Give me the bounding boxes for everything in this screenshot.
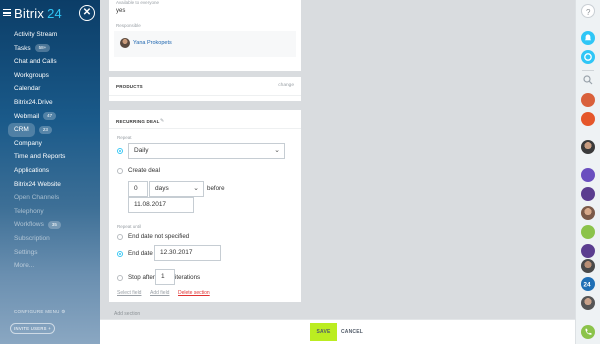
phone-icon[interactable]: [581, 325, 595, 339]
count-badge: 47: [43, 112, 57, 121]
count-badge: 35: [47, 221, 61, 230]
end-date-label: End date: [128, 250, 153, 257]
sidebar-item-telephony[interactable]: Telephony: [0, 205, 100, 219]
repeat-until-label: Repeat until: [117, 224, 142, 229]
count-badge: 23: [38, 125, 52, 134]
sidebar-item-workflows[interactable]: Workflows 35: [0, 218, 100, 232]
add-section-link[interactable]: Add section: [114, 311, 140, 317]
sidebar-item-settings[interactable]: Settings: [0, 246, 100, 260]
responsible-label: Responsible: [116, 23, 141, 28]
repeat-label: Repeat: [117, 135, 132, 140]
bitrix24-icon[interactable]: 24: [581, 277, 595, 291]
edit-pencil-icon[interactable]: ✎: [160, 118, 164, 124]
contact-avatar[interactable]: [581, 206, 595, 220]
chevron-down-icon: ⌄: [193, 185, 199, 192]
stop-after-label: Stop after: [128, 274, 155, 281]
contact-avatar[interactable]: [581, 225, 595, 239]
responsible-name-link[interactable]: Yana Prokopets: [133, 40, 172, 46]
main-area: Available to everyone yes Responsible Ya…: [100, 0, 575, 344]
divider: [109, 128, 301, 129]
svg-text:24: 24: [583, 282, 591, 289]
messenger-icon[interactable]: [581, 50, 595, 64]
close-icon[interactable]: ✕: [79, 5, 95, 21]
sidebar-item-workgroups[interactable]: Workgroups: [0, 69, 100, 83]
sidebar-item-webmail[interactable]: Webmail 47: [0, 110, 100, 124]
change-link[interactable]: change: [278, 83, 294, 88]
iterations-label: iterations: [175, 274, 201, 281]
sidebar-item-tasks[interactable]: Tasks 58+: [0, 42, 100, 56]
sidebar-item-applications[interactable]: Applications: [0, 164, 100, 178]
contact-avatar[interactable]: [581, 112, 595, 126]
chevron-down-icon: ⌄: [274, 147, 280, 154]
sidebar-item-drive[interactable]: Bitrix24.Drive: [0, 96, 100, 110]
avatar[interactable]: [120, 38, 130, 48]
sidebar-item-chat[interactable]: Chat and Calls: [0, 55, 100, 69]
repeat-select[interactable]: Daily ⌄: [128, 143, 285, 159]
search-icon[interactable]: [581, 73, 595, 87]
sidebar-item-time-reports[interactable]: Time and Reports: [0, 150, 100, 164]
save-button[interactable]: SAVE: [310, 323, 337, 341]
menu-icon[interactable]: [3, 9, 11, 16]
offset-unit-select[interactable]: days ⌄: [149, 181, 204, 197]
stop-after-input[interactable]: 1: [155, 269, 175, 285]
repeat-radio[interactable]: [117, 148, 123, 154]
divider: [109, 95, 301, 96]
sidebar-item-open-channels[interactable]: Open Channels: [0, 191, 100, 205]
sidebar-item-company[interactable]: Company: [0, 137, 100, 151]
sidebar-item-crm[interactable]: CRM 23: [0, 123, 100, 137]
configure-menu-link[interactable]: CONFIGURE MENU ⚙: [14, 309, 66, 315]
before-label: before: [207, 185, 225, 192]
available-label: Available to everyone: [116, 0, 159, 5]
sidebar-item-more[interactable]: More...: [0, 259, 100, 273]
available-value: yes: [116, 8, 126, 14]
sidebar-item-calendar[interactable]: Calendar: [0, 82, 100, 96]
start-date-input[interactable]: 11.08.2017: [128, 197, 194, 213]
end-date-radio[interactable]: [117, 251, 123, 257]
contact-avatar[interactable]: [581, 168, 595, 182]
count-badge: 58+: [34, 44, 51, 53]
create-deal-radio[interactable]: [117, 168, 123, 174]
contact-avatar[interactable]: [581, 93, 595, 107]
products-title: PRODUCTS: [116, 84, 143, 89]
svg-text:?: ?: [586, 8, 591, 17]
end-not-specified-radio[interactable]: [117, 234, 123, 240]
offset-input[interactable]: 0: [128, 181, 148, 197]
responsible-card: Available to everyone yes Responsible Ya…: [109, 0, 301, 71]
logo[interactable]: Bitrix 24: [14, 6, 62, 21]
right-panel: ? 24: [575, 0, 600, 344]
divider: [582, 70, 594, 71]
contact-avatar[interactable]: [581, 140, 595, 154]
sidebar-header: Bitrix 24 ✕: [0, 0, 100, 28]
delete-section-link[interactable]: Delete section: [178, 290, 210, 296]
left-sidebar: Bitrix 24 ✕ Activity Stream Tasks 58+ Chat…: [0, 0, 100, 344]
contact-avatar[interactable]: [581, 296, 595, 310]
create-deal-label: Create deal: [128, 167, 160, 174]
sidebar-item-activity-stream[interactable]: Activity Stream: [0, 28, 100, 42]
products-card: PRODUCTS change: [109, 77, 301, 101]
sidebar-item-subscription[interactable]: Subscription: [0, 232, 100, 246]
recurring-title: RECURRING DEAL: [116, 119, 160, 124]
contact-avatar[interactable]: [581, 187, 595, 201]
contact-avatar[interactable]: [581, 244, 595, 258]
add-field-link[interactable]: Add field: [150, 290, 169, 296]
recurring-deal-card: RECURRING DEAL ✎ Repeat Daily ⌄ Create de…: [109, 110, 301, 302]
sidebar-item-website[interactable]: Bitrix24 Website: [0, 178, 100, 192]
sidebar-menu: Activity Stream Tasks 58+ Chat and Calls …: [0, 28, 100, 273]
end-not-specified-label: End date not specified: [128, 233, 190, 240]
stop-after-radio[interactable]: [117, 275, 123, 281]
contact-avatar[interactable]: [581, 259, 595, 273]
cancel-button[interactable]: CANCEL: [341, 323, 363, 341]
help-icon[interactable]: ?: [581, 4, 595, 18]
select-field-link[interactable]: Select field: [117, 290, 141, 296]
invite-users-button[interactable]: INVITE USERS +: [10, 323, 55, 334]
notifications-icon[interactable]: [581, 31, 595, 45]
end-date-input[interactable]: 12.30.2017: [154, 245, 221, 261]
footer-bar: SAVE CANCEL: [100, 319, 575, 344]
